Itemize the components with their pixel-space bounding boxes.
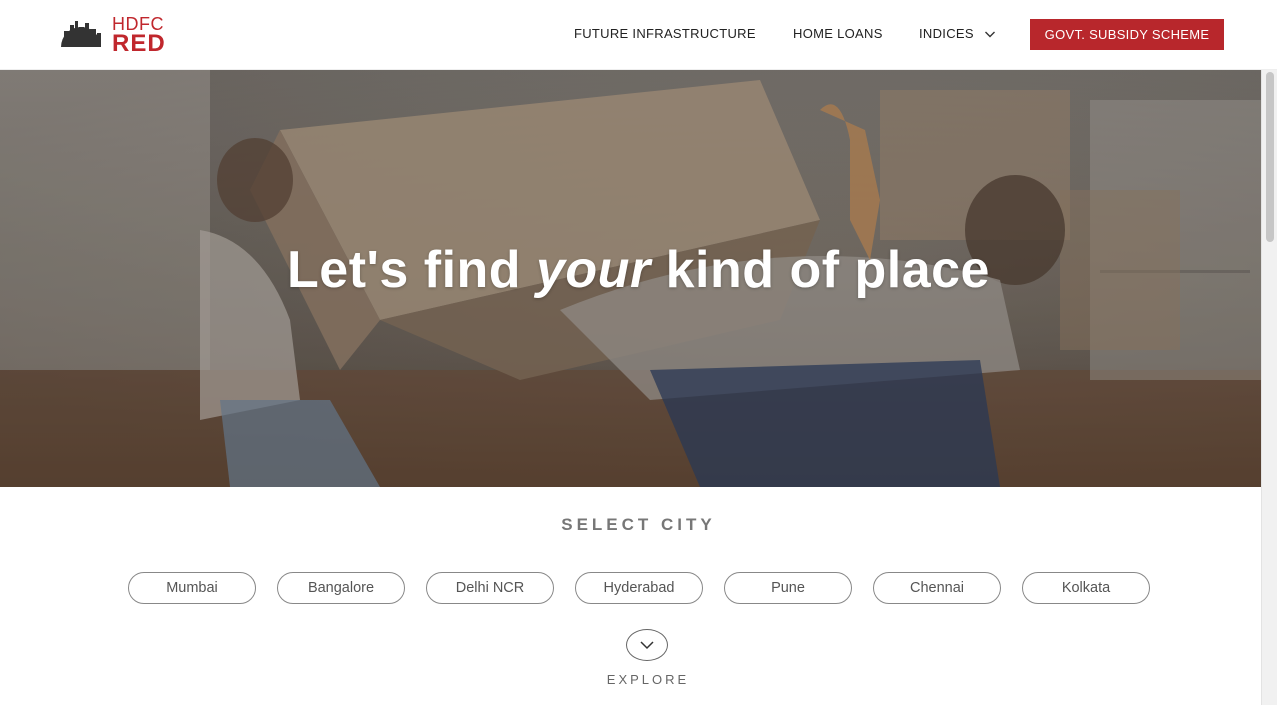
chevron-down-icon [984,31,995,37]
hdfc-red-logo[interactable]: HDFC RED [58,15,178,57]
chevron-down-icon [640,641,654,650]
scrollbar-thumb[interactable] [1266,72,1274,242]
city-button-pune[interactable]: Pune [724,572,852,604]
city-button-chennai[interactable]: Chennai [873,572,1001,604]
explore-button[interactable] [626,629,668,661]
hero-banner: Let's find your kind of place [0,70,1261,487]
page-scrollbar[interactable] [1261,70,1277,705]
hero-title-post: kind of place [650,241,990,299]
city-button-bangalore[interactable]: Bangalore [277,572,405,604]
city-button-delhi-ncr[interactable]: Delhi NCR [426,572,554,604]
city-button-mumbai[interactable]: Mumbai [128,572,256,604]
hero-title-emphasis: your [536,241,651,299]
nav-indices-label: INDICES [919,26,974,41]
city-button-kolkata[interactable]: Kolkata [1022,572,1150,604]
select-city-heading: SELECT CITY [561,515,716,534]
hero-title: Let's find your kind of place [0,240,1261,300]
nav-indices-dropdown[interactable]: INDICES [919,26,996,41]
city-skyline-icon [61,21,101,47]
nav-future-infrastructure[interactable]: FUTURE INFRASTRUCTURE [574,26,756,41]
nav-home-loans[interactable]: HOME LOANS [793,26,883,41]
site-header: HDFC RED FUTURE INFRASTRUCTURE HOME LOAN… [0,0,1277,70]
logo-text-bottom: RED [112,29,166,57]
city-button-hyderabad[interactable]: Hyderabad [575,572,703,604]
explore-label: EXPLORE [606,672,690,687]
hero-title-pre: Let's find [287,241,536,299]
city-list: Mumbai Bangalore Delhi NCR Hyderabad Pun… [0,572,1277,604]
govt-subsidy-scheme-button[interactable]: GOVT. SUBSIDY SCHEME [1030,19,1224,50]
